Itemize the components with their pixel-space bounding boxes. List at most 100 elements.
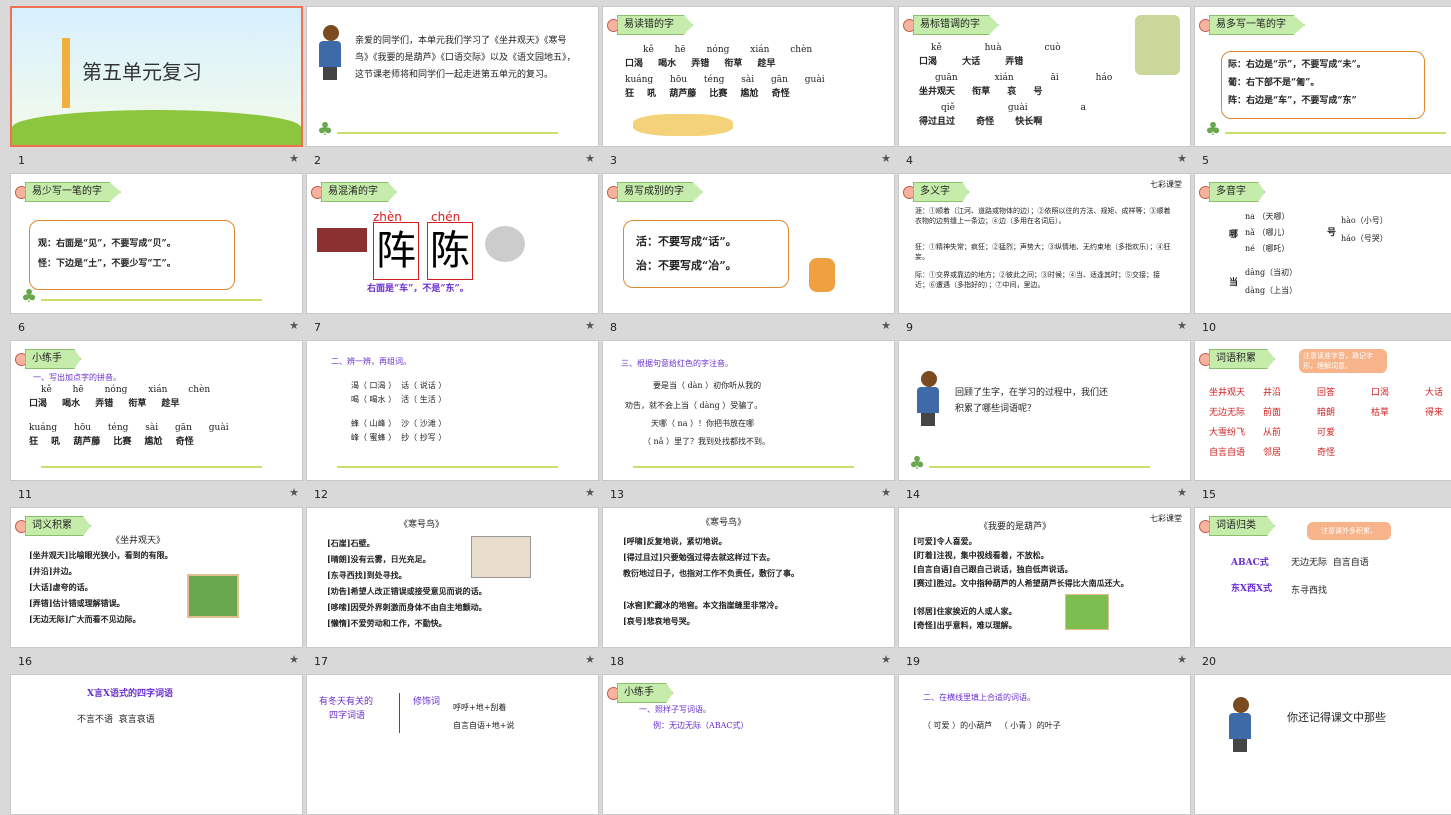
note-line: 观：右面是“见”，不要写成“贝”。	[38, 239, 176, 249]
giraffe-illustration	[62, 38, 70, 108]
word: 奇怪	[1317, 448, 1336, 458]
def-line: 教衍地过日子，也指对工作不负责任，敷衍了事。	[623, 568, 799, 578]
slide-thumb-18[interactable]: 《寒号鸟》 [呼啸]反复地说，紧切地说。 [得过且过]只要勉强过得去就这样过下去…	[602, 507, 895, 668]
grass-hill	[12, 110, 301, 145]
brand-logo: 七彩课堂	[1150, 514, 1182, 523]
slide-thumb-6[interactable]: 易少写一笔的字 观：右面是“见”，不要写成“贝”。 怪：下边是“土”，不要少写“…	[10, 173, 303, 334]
slide-number: 8	[610, 321, 617, 334]
exercise-prompt: 二、在横线里填上合适的词语。	[923, 693, 1035, 702]
slide-header: 小练手	[25, 349, 81, 369]
answer-row: 渴（ 口渴 ） 话（ 说话 ）	[351, 381, 447, 390]
note-box: 观：右面是“见”，不要写成“贝”。 怪：下边是“土”，不要少写“工”。	[29, 220, 235, 290]
slide-thumb-3[interactable]: 易读错的字 kě hē nóng xián chèn 口渴 喝水 弄错 衔草 趁…	[602, 6, 895, 167]
star-icon[interactable]: ★	[881, 486, 891, 499]
star-icon[interactable]: ★	[881, 152, 891, 165]
slide-thumb-19[interactable]: 《我要的是葫芦》 七彩课堂 [可爱]令人喜爱。 [盯着]注视，集中视线看着，不放…	[898, 507, 1191, 668]
slide-thumb-11[interactable]: 小练手 一、写出加点字的拼音。 kě hē nóng xián chèn 口渴 …	[10, 340, 303, 501]
star-icon[interactable]: ★	[289, 319, 299, 332]
slide-thumb-2[interactable]: 亲爱的同学们，本单元我们学习了《坐井观天》《寒号鸟》《我要的是葫芦》《口语交际》…	[306, 6, 599, 167]
word-row: 口渴 大话 弄错	[919, 57, 1024, 67]
lesson-title: 《我要的是葫芦》	[979, 522, 1052, 532]
word: 暗朗	[1317, 408, 1336, 418]
star-icon[interactable]: ★	[1177, 486, 1187, 499]
def-line: [无边无际]广大而看不见边际。	[29, 614, 141, 624]
star-icon[interactable]: ★	[585, 319, 595, 332]
star-icon[interactable]: ★	[881, 653, 891, 666]
slide-thumb-17[interactable]: 《寒号鸟》 [石崖]石壁。 [晴朗]没有云雾，日光充足。 [东寻西找]到处寻找。…	[306, 507, 599, 668]
pattern-label: 东X西X式	[1231, 584, 1272, 594]
pinyin-row: kě hē nóng xián chèn	[41, 385, 211, 395]
note-line: 际：右边是“示”，不要写成“未”。	[1228, 60, 1366, 70]
word: 无边无际	[1209, 408, 1246, 418]
star-icon[interactable]: ★	[1177, 319, 1187, 332]
tree-icon: ♣	[21, 286, 38, 307]
word-grid: 坐井观天 井沿 回答 口渴 大话 无边无际 前面 暗朗 枯草 得来 大雪纷飞 从…	[1209, 383, 1451, 463]
slide-text: 回顾了生字，在学习的过程中，我们还积累了哪些词语呢？	[955, 388, 1109, 414]
note-box: 际：右边是“示”，不要写成“未”。 葡：右下部不是“匍”。 阵：右边是“车”，不…	[1221, 51, 1425, 119]
star-icon[interactable]: ★	[881, 319, 891, 332]
def-line: [自言自语]自己跟自己说话，独自低声说话。	[913, 564, 1073, 574]
star-icon[interactable]: ★	[585, 486, 595, 499]
star-icon[interactable]: ★	[1177, 653, 1187, 666]
slide-thumb-20[interactable]: 词语归类 注意课外多积累。 ABAC式 无边无际 自言自语 东X西X式 东寻西找…	[1194, 507, 1451, 668]
slide-thumb-5[interactable]: 易多写一笔的字 际：右边是“示”，不要写成“未”。 葡：右下部不是“匍”。 阵：…	[1194, 6, 1451, 167]
def-line: [哀号]悲哀地号哭。	[623, 616, 695, 626]
slide-thumb-7[interactable]: 易混淆的字 zhèn chén 阵 陈 右面是“车”，不是“东”。 7 ★	[306, 173, 599, 334]
star-icon[interactable]: ★	[585, 152, 595, 165]
slide-thumb-10[interactable]: 多音字 哪 na （天哪） nǎ （哪儿） né （哪吒） 号 hào（小号） …	[1194, 173, 1451, 334]
slide-thumb-16[interactable]: 词义积累 《坐井观天》 [坐井观天]比喻眼光狭小，看到的有限。 [井沿]井边。 …	[10, 507, 303, 668]
meaning-text: 涯：①顺着（江河、道路或物体的边）；②依照以往的方法、规矩、成样等；③顺着衣物的…	[915, 207, 1171, 225]
answer-row: （ 可爱 ）的小葫芦 （ 小青 ）的叶子	[923, 721, 1061, 730]
modifier-label: 修饰词	[413, 697, 441, 707]
word: 枯草	[1371, 408, 1390, 418]
word: 从前	[1263, 428, 1282, 438]
bird-photo	[471, 536, 531, 578]
slide-thumb-25[interactable]: 你还记得课文中那些	[1194, 674, 1451, 815]
star-icon[interactable]: ★	[1177, 152, 1187, 165]
divider-line	[337, 132, 558, 134]
note-line: 治：不要写成“冶”。	[636, 259, 737, 272]
slide-thumb-22[interactable]: 有冬天有关的 四字词语 修饰词 呼呼+地+刮着 自言自语+地+说	[306, 674, 599, 815]
slide-thumb-12[interactable]: 二、辨一辨，再组词。 渴（ 口渴 ） 话（ 说话 ） 喝（ 喝水 ） 活（ 生活…	[306, 340, 599, 501]
sentence-line: 要是当（ dàn ）初你听从我的	[653, 381, 762, 390]
tip-bubble: 注意课外多积累。	[1307, 522, 1391, 540]
slide-thumb-21[interactable]: X言X语式的四字词语 不言不语 哀言哀语	[10, 674, 303, 815]
slide-thumb-1[interactable]: 第五单元复习 1 ★	[10, 6, 303, 167]
note-line: 怪：下边是“土”，不要少写“工”。	[38, 259, 176, 269]
star-icon[interactable]: ★	[289, 152, 299, 165]
note-line: 活：不要写成“话”。	[636, 235, 737, 248]
slide-thumb-23[interactable]: 小练手 一、照样子写词语。 例：无边无际（ABAC式）	[602, 674, 895, 815]
star-icon[interactable]: ★	[585, 653, 595, 666]
note-text: 右面是“车”，不是“东”。	[367, 284, 469, 294]
slide-thumb-24[interactable]: 二、在横线里填上合适的词语。 （ 可爱 ）的小葫芦 （ 小青 ）的叶子	[898, 674, 1191, 815]
slide-thumb-4[interactable]: 易标错调的字 kě huà cuò 口渴 大话 弄错 guān xián āi …	[898, 6, 1191, 167]
slide-thumb-13[interactable]: 三、根据句意给红色的字注音。 要是当（ dàn ）初你听从我的 劝告，就不会上当…	[602, 340, 895, 501]
slide-number: 13	[610, 488, 624, 501]
slide-thumb-8[interactable]: 易写成别的字 活：不要写成“话”。 治：不要写成“冶”。 8 ★	[602, 173, 895, 334]
slide-number: 20	[1202, 655, 1216, 668]
slide-number: 2	[314, 154, 321, 167]
exercise-prompt: 二、辨一辨，再组词。	[331, 357, 411, 366]
note-line: 阵：右边是“车”，不要写成“东”	[1228, 96, 1357, 106]
word: 井沿	[1263, 388, 1282, 398]
word-row: 口渴 喝水 弄错 衔草 趁早	[625, 59, 776, 69]
slide-number: 19	[906, 655, 920, 668]
pattern-words: 东寻西找	[1291, 586, 1328, 596]
divider-line	[41, 299, 262, 301]
slide-number: 5	[1202, 154, 1209, 167]
pinyin-row: kuáng hōu téng sài gān guài	[29, 423, 229, 433]
star-icon[interactable]: ★	[289, 486, 299, 499]
poly-char: 号	[1327, 228, 1337, 238]
slide-number: 15	[1202, 488, 1216, 501]
slide-thumb-9[interactable]: 多义字 七彩课堂 涯：①顺着（江河、道路或物体的边）；②依照以往的方法、规矩、成…	[898, 173, 1191, 334]
pinyin-row: kě huà cuò	[931, 43, 1061, 53]
word-row: 口渴 喝水 弄错 衔草 趁早	[29, 399, 180, 409]
reading: hào（小号）	[1341, 216, 1388, 225]
example-line: 例：无边无际（ABAC式）	[653, 721, 749, 730]
word: 坐井观天	[1209, 388, 1246, 398]
slide-thumb-14[interactable]: 回顾了生字，在学习的过程中，我们还积累了哪些词语呢？ ♣ 14 ★	[898, 340, 1191, 501]
reading: né （哪吒）	[1245, 244, 1290, 253]
star-icon[interactable]: ★	[289, 653, 299, 666]
word-row: 狂 吼 葫芦藤 比赛 尴尬 奇怪	[29, 437, 194, 447]
slide-thumb-15[interactable]: 词语积累 注意读准字音，熟记字形，理解词意。 坐井观天 井沿 回答 口渴 大话 …	[1194, 340, 1451, 501]
